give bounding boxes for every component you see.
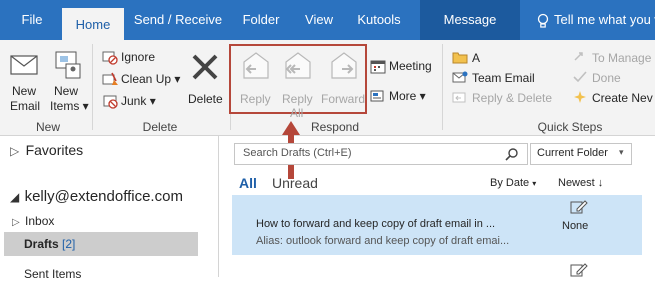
tab-file[interactable]: File [8,0,56,40]
account-label: kelly@extendoffice.com [24,188,183,205]
new-email-label1: New [12,84,37,98]
favorites-header[interactable]: ▷ Favorites [10,142,83,158]
reply-button[interactable]: Reply [234,48,278,112]
group-label-delete: Delete [142,120,178,134]
more-button[interactable]: More ▾ [370,86,430,106]
clean-up-button[interactable]: Clean Up ▾ [100,70,184,88]
search-box[interactable]: Search Drafts (Ctrl+E) [234,143,528,165]
account-header[interactable]: ◢ kelly@extendoffice.com [10,188,183,205]
search-scope-dropdown[interactable]: Current Folder ▾ [530,143,632,165]
mail-subject: How to forward and keep copy of draft em… [256,218,496,230]
chevron-down-icon: ▾ [619,147,624,157]
to-manager-label: To Manage [592,51,652,65]
quickstep-to-manager[interactable]: To Manage [572,50,655,66]
tab-message[interactable]: Message [420,0,520,40]
reply-all-label2: All [290,106,304,120]
tab-view[interactable]: View [296,0,342,40]
ignore-label: Ignore [121,50,156,64]
sparkle-icon [574,91,586,103]
create-new-label: Create Nev [592,91,653,105]
divider [442,44,443,130]
scope-label: Current Folder [537,147,608,159]
new-items-button[interactable]: New Items ▾ [48,48,90,118]
drafts-count: [2] [62,237,76,251]
junk-icon [103,95,118,109]
to-manager-icon [574,52,583,61]
new-email-icon [10,55,38,75]
reply-label: Reply [240,92,271,106]
tab-home[interactable]: Home [62,8,124,40]
group-label-new: New [35,120,60,134]
folder-pane: ▷ Favorites ◢ kelly@extendoffice.com ▷ I… [0,136,219,281]
reply-all-button[interactable]: Reply All [278,48,318,120]
reply-icon [243,52,269,79]
ribbon: New Email New Items ▾ New Ignore Clean U… [0,40,655,136]
delete-button[interactable]: Delete [184,48,228,118]
draft-pencil-icon [570,200,588,214]
new-items-label1: New [54,84,79,98]
lightbulb-icon [537,13,549,28]
category-label: None [562,220,589,232]
sort-order-toggle[interactable]: Newest ↓ [558,177,603,189]
new-email-label2: Email [10,99,41,113]
quickstep-create-new[interactable]: Create Nev [572,90,655,106]
meeting-label: Meeting [389,59,432,73]
group-label-respond: Respond [310,120,360,134]
clean-up-label: Clean Up ▾ [121,72,181,86]
quickstep-a-label: A [472,51,481,65]
tab-send-receive[interactable]: Send / Receive [130,0,226,40]
more-label: More ▾ [389,89,426,103]
meeting-button[interactable]: Meeting [370,56,436,76]
drafts-label: Drafts [24,237,59,251]
mail-preview: Alias: outlook forward and keep copy of … [256,235,510,247]
favorites-label: Favorites [25,142,84,158]
folder-drafts[interactable]: Drafts [2] [4,232,198,256]
done-label: Done [592,71,621,85]
new-items-icon [55,51,81,79]
meeting-icon [370,60,386,74]
more-icon [370,90,384,102]
ribbon-tab-bar: File Home Send / Receive Folder View Kut… [0,0,655,40]
tell-me-text: Tell me what you wa [554,12,655,27]
inbox-label: Inbox [25,214,55,228]
quickstep-team-email[interactable]: Team Email [452,70,562,86]
junk-button[interactable]: Junk ▾ [100,92,170,110]
folder-sent-items[interactable]: Sent Items [24,267,81,281]
list-item[interactable]: How to forward and keep copy of draft em… [232,195,642,255]
search-input[interactable]: Search Drafts (Ctrl+E) [243,147,352,159]
filter-all[interactable]: All [239,175,257,191]
reply-all-label1: Reply [282,92,313,106]
folder-icon [452,52,468,64]
new-items-label2: Items ▾ [50,99,89,113]
quickstep-reply-delete[interactable]: Reply & Delete [452,90,562,106]
forward-icon [331,52,357,79]
group-label-quick-steps: Quick Steps [537,120,603,134]
reply-delete-icon [452,92,466,103]
tab-folder[interactable]: Folder [232,0,290,40]
filter-unread[interactable]: Unread [272,175,318,191]
quickstep-done[interactable]: Done [572,70,655,86]
forward-button[interactable]: Forward [318,48,366,112]
tab-kutools[interactable]: Kutools [348,0,410,40]
delete-label: Delete [188,92,223,106]
clean-up-icon [102,72,118,85]
new-email-button[interactable]: New Email [6,48,46,118]
sort-by-dropdown[interactable]: By Date ▾ [490,177,536,189]
checkmark-icon [573,71,587,83]
search-icon[interactable] [505,147,519,161]
forward-label: Forward [321,92,366,106]
junk-label: Junk ▾ [121,94,156,108]
ignore-button[interactable]: Ignore [100,48,180,66]
draft-pencil-icon [570,263,588,277]
team-email-icon [452,71,468,83]
divider [92,44,93,130]
tell-me-search[interactable]: Tell me what you wa [522,0,655,40]
folder-inbox[interactable]: ▷ Inbox [12,214,54,228]
reply-all-icon [285,52,311,79]
reply-delete-label: Reply & Delete [472,91,553,105]
delete-x-icon [192,54,218,80]
ignore-icon [102,51,118,65]
team-email-label: Team Email [472,71,535,85]
quickstep-a[interactable]: A [452,50,552,66]
